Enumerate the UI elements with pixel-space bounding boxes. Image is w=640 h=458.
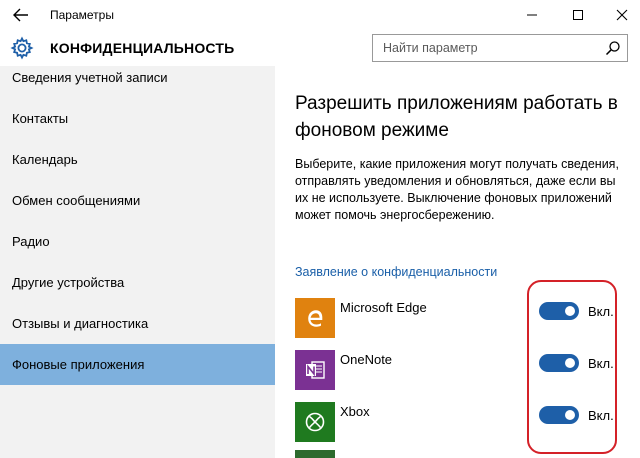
search-box[interactable]	[372, 34, 628, 62]
minimize-button[interactable]	[512, 0, 552, 30]
toggle-knob	[565, 306, 575, 316]
background-toggle-xbox[interactable]	[539, 406, 579, 424]
background-toggle-edge[interactable]	[539, 302, 579, 320]
toggle-knob	[565, 358, 575, 368]
app-tile	[295, 298, 335, 338]
sidebar-item-calendar[interactable]: Календарь	[0, 139, 275, 180]
sidebar-item-account-info[interactable]: Сведения учетной записи	[0, 66, 275, 98]
sidebar-item-label: Другие устройства	[12, 275, 125, 290]
app-name: OneNote	[340, 352, 393, 367]
onenote-icon	[306, 361, 325, 379]
page-description: Выберите, какие приложения могут получат…	[295, 157, 619, 222]
sidebar-item-label: Контакты	[12, 111, 69, 126]
search-input[interactable]	[373, 35, 599, 61]
arrow-left-icon	[13, 8, 28, 22]
sidebar-item-label: Радио	[12, 234, 50, 249]
sidebar-item-other-devices[interactable]: Другие устройства	[0, 262, 275, 303]
close-icon	[616, 9, 628, 21]
app-row-xbox: Xbox Вкл.	[295, 402, 635, 442]
window-title: Параметры	[50, 8, 114, 22]
app-tile	[295, 402, 335, 442]
sidebar-item-label: Фоновые приложения	[12, 357, 145, 372]
close-button[interactable]	[602, 0, 640, 30]
sidebar-item-messaging[interactable]: Обмен сообщениями	[0, 180, 275, 221]
maximize-icon	[573, 10, 583, 20]
edge-icon	[308, 310, 323, 327]
section-title: КОНФИДЕНЦИАЛЬНОСТЬ	[50, 40, 235, 56]
sidebar-item-feedback-diagnostics[interactable]: Отзывы и диагностика	[0, 303, 275, 344]
privacy-statement-link[interactable]: Заявление о конфиденциальности	[295, 265, 497, 279]
minimize-icon	[527, 14, 537, 16]
app-tile-partial	[295, 450, 335, 458]
search-icon[interactable]	[605, 40, 621, 56]
sidebar-item-contacts[interactable]: Контакты	[0, 98, 275, 139]
gear-icon	[10, 36, 34, 60]
app-row-edge: Microsoft Edge Вкл.	[295, 298, 635, 338]
app-row-onenote: OneNote Вкл.	[295, 350, 635, 390]
title-bar: Параметры	[0, 0, 640, 30]
sidebar: Сведения учетной записи Контакты Календа…	[0, 66, 275, 458]
maximize-button[interactable]	[558, 0, 598, 30]
background-toggle-onenote[interactable]	[539, 354, 579, 372]
sidebar-item-label: Сведения учетной записи	[12, 70, 168, 85]
page-title: Разрешить приложениям работать в фоновом…	[295, 93, 618, 141]
toggle-state-label: Вкл.	[588, 408, 614, 423]
xbox-icon	[305, 412, 325, 432]
sidebar-item-radios[interactable]: Радио	[0, 221, 275, 262]
sidebar-item-label: Обмен сообщениями	[12, 193, 141, 208]
app-name: Xbox	[340, 404, 370, 419]
sidebar-item-label: Календарь	[12, 152, 78, 167]
main-panel: Разрешить приложениям работать в фоновом…	[275, 66, 640, 458]
sidebar-item-label: Отзывы и диагностика	[12, 316, 149, 331]
app-name: Microsoft Edge	[340, 300, 427, 315]
settings-header: КОНФИДЕНЦИАЛЬНОСТЬ	[0, 30, 640, 66]
toggle-knob	[565, 410, 575, 420]
toggle-state-label: Вкл.	[588, 356, 614, 371]
sidebar-item-background-apps[interactable]: Фоновые приложения	[0, 344, 275, 385]
app-tile	[295, 350, 335, 390]
toggle-state-label: Вкл.	[588, 304, 614, 319]
back-button[interactable]	[8, 5, 34, 25]
